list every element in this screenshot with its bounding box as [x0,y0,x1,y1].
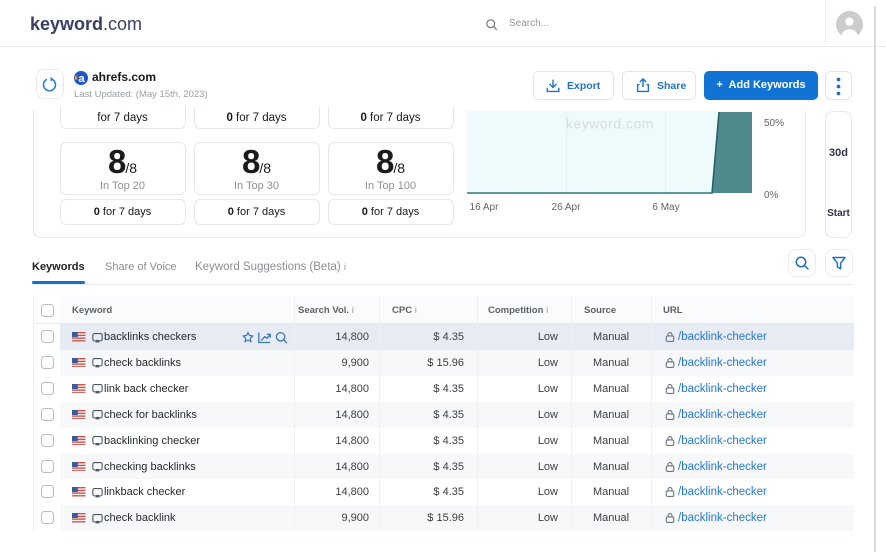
svg-text:keyword.com: keyword.com [566,116,654,132]
svg-text:a: a [78,73,85,85]
